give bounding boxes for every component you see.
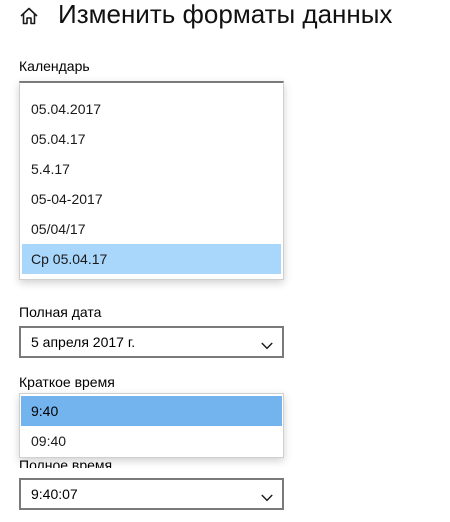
long-date-combobox[interactable]: 5 апреля 2017 г. — [19, 326, 284, 358]
short-time-label: Краткое время — [19, 374, 115, 390]
calendar-option-selected[interactable]: Ср 05.04.17 — [22, 244, 281, 274]
calendar-option[interactable]: 5.4.17 — [20, 154, 283, 184]
home-icon[interactable] — [19, 6, 39, 26]
calendar-option[interactable]: 05.04.17 — [20, 124, 283, 154]
page-title: Изменить форматы данных — [58, 0, 393, 29]
calendar-option[interactable]: 05/04/17 — [20, 214, 283, 244]
short-time-dropdown-list[interactable]: 9:40 09:40 — [19, 393, 284, 458]
calendar-option[interactable]: 05.04.2017 — [20, 94, 283, 124]
long-date-value: 5 апреля 2017 г. — [31, 334, 136, 350]
page-header: Изменить форматы данных — [0, 0, 450, 36]
short-time-option-selected[interactable]: 9:40 — [21, 396, 282, 426]
long-time-combobox[interactable]: 9:40:07 — [19, 478, 284, 510]
chevron-down-icon — [261, 337, 273, 350]
long-time-value: 9:40:07 — [31, 486, 78, 502]
calendar-dropdown-list[interactable]: 05.04.2017 05.04.17 5.4.17 05-04-2017 05… — [19, 81, 284, 280]
long-date-label: Полная дата — [19, 304, 102, 320]
chevron-down-icon — [261, 489, 273, 502]
calendar-option[interactable]: 05-04-2017 — [20, 184, 283, 214]
short-time-option[interactable]: 09:40 — [20, 426, 283, 456]
calendar-label: Календарь — [19, 58, 90, 74]
